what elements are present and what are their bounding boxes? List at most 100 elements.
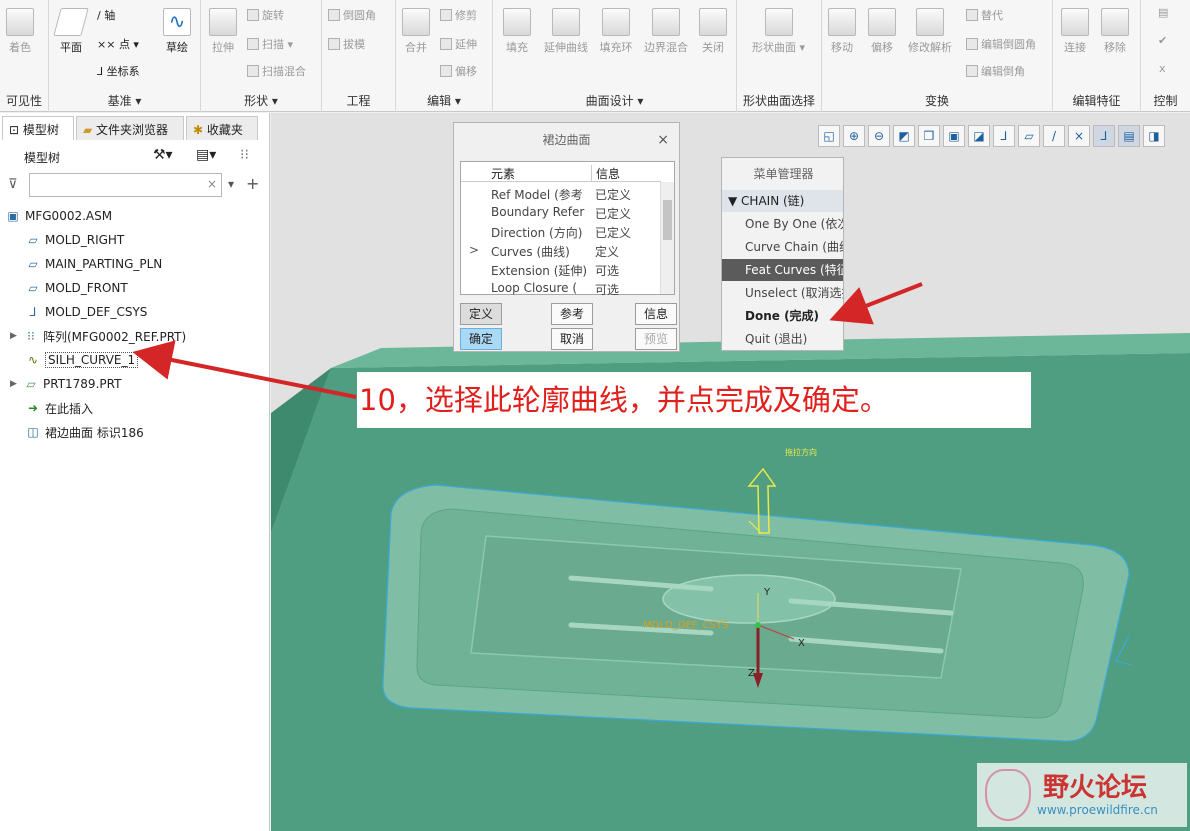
search-dropdown-icon[interactable]: ▾ bbox=[228, 177, 234, 191]
offset-button[interactable]: 偏移 bbox=[440, 63, 477, 79]
menu-item-unselect[interactable]: Unselect (取消选择 bbox=[722, 282, 843, 304]
refit-icon[interactable]: ◱ bbox=[818, 125, 840, 147]
tree-search-input[interactable] bbox=[29, 173, 222, 197]
tree-columns-icon[interactable]: ▤▾ bbox=[196, 147, 216, 163]
trim-button[interactable]: 修剪 bbox=[440, 7, 477, 23]
preview-button[interactable]: 预览 bbox=[635, 328, 677, 350]
add-filter-icon[interactable]: + bbox=[246, 174, 259, 193]
tree-item-skirt-surface[interactable]: ◫ 裙边曲面 标识186 bbox=[26, 421, 143, 443]
menu-item-one-by-one[interactable]: One By One (依次 bbox=[722, 213, 843, 235]
extend-curve-button[interactable]: 延伸曲线 bbox=[539, 8, 593, 55]
draft-button[interactable]: 拔模 bbox=[328, 36, 365, 52]
table-row[interactable]: Loop Closure (可选 bbox=[461, 279, 661, 298]
csys-display-icon[interactable]: ⅃ bbox=[993, 125, 1015, 147]
display-style-icon[interactable]: ◪ bbox=[968, 125, 990, 147]
shade-button[interactable]: 着色 bbox=[6, 8, 34, 55]
cancel-x-icon[interactable]: x bbox=[1159, 62, 1166, 75]
define-button[interactable]: 定义 bbox=[460, 303, 502, 325]
zoom-in-icon[interactable]: ⊕ bbox=[843, 125, 865, 147]
menu-manager: 菜单管理器 ▼ CHAIN (链) One By One (依次 Curve C… bbox=[721, 157, 844, 351]
scrollbar-thumb[interactable] bbox=[663, 200, 672, 240]
tree-settings-icon[interactable]: ⚒▾ bbox=[153, 147, 173, 163]
plane-display-icon[interactable]: ▱ bbox=[1018, 125, 1040, 147]
table-row[interactable]: Ref Model (参考 已定义 bbox=[461, 184, 661, 203]
row-info: 定义 bbox=[595, 245, 620, 259]
tree-item-csys[interactable]: ⅃ MOLD_DEF_CSYS bbox=[26, 301, 148, 323]
zoom-out-icon[interactable]: ⊖ bbox=[868, 125, 890, 147]
tree-item-label: MOLD_RIGHT bbox=[45, 233, 125, 247]
tree-item-pattern[interactable]: ▶ ⁝⁝ 阵列(MFG0002_REF.PRT) bbox=[10, 325, 186, 347]
swept-blend-button[interactable]: 扫描混合 bbox=[247, 63, 306, 79]
annotation-display-icon[interactable]: ▤ bbox=[1118, 125, 1140, 147]
table-row[interactable]: Direction (方向) 已定义 bbox=[461, 222, 661, 241]
edit-chamfer-button[interactable]: 编辑倒角 bbox=[966, 63, 1025, 79]
menu-item-done[interactable]: Done (完成) bbox=[722, 305, 843, 327]
point-button[interactable]: ×× 点 ▾ bbox=[97, 36, 139, 52]
round-button[interactable]: 倒圆角 bbox=[328, 7, 376, 23]
tree-filter-options-icon[interactable]: ⁝⁝ bbox=[240, 147, 249, 163]
menu-item-quit[interactable]: Quit (退出) bbox=[722, 328, 843, 350]
revolve-button[interactable]: 旋转 bbox=[247, 7, 284, 23]
fill-button[interactable]: 填充 bbox=[499, 8, 535, 55]
tree-item-asm[interactable]: ▣ MFG0002.ASM bbox=[6, 205, 112, 227]
expand-arrow-icon[interactable]: ▶ bbox=[10, 331, 24, 341]
table-row[interactable]: > Curves (曲线) 定义 bbox=[461, 241, 661, 260]
table-scrollbar[interactable] bbox=[660, 182, 674, 294]
remove-button[interactable]: 移除 bbox=[1101, 8, 1129, 55]
fill-loop-button[interactable]: 填充环 bbox=[596, 8, 636, 55]
view-manager-icon[interactable]: ▣ bbox=[943, 125, 965, 147]
confirm-check-icon[interactable]: ✔ bbox=[1158, 34, 1167, 47]
axis-display-icon[interactable]: / bbox=[1043, 125, 1065, 147]
point-display-icon[interactable]: × bbox=[1068, 125, 1090, 147]
watermark-url: www.proewildfire.cn bbox=[1037, 803, 1158, 817]
tab-folder-browser[interactable]: ▰ 文件夹浏览器 bbox=[76, 116, 184, 140]
cancel-button[interactable]: 取消 bbox=[551, 328, 593, 350]
freestyle-button[interactable]: 形状曲面 ▾ bbox=[752, 8, 805, 55]
tab-favorites[interactable]: ✱ 收藏夹 bbox=[186, 116, 258, 140]
extend-button[interactable]: 延伸 bbox=[440, 36, 477, 52]
csys-button[interactable]: ⅃ 坐标系 bbox=[97, 63, 140, 79]
tab-model-tree[interactable]: ⊡ 模型树 bbox=[2, 116, 74, 140]
dialog-close-icon[interactable]: × bbox=[657, 132, 669, 148]
sweep-button[interactable]: 扫描 ▾ bbox=[247, 36, 293, 52]
tab-folder-browser-label: 文件夹浏览器 bbox=[96, 123, 169, 137]
tree-item-parting-pln[interactable]: ▱ MAIN_PARTING_PLN bbox=[26, 253, 162, 275]
menu-item-feat-curves[interactable]: Feat Curves (特征 bbox=[722, 259, 843, 281]
replace-button[interactable]: 替代 bbox=[966, 7, 1003, 23]
tree-item-mold-right[interactable]: ▱ MOLD_RIGHT bbox=[26, 229, 124, 251]
transform-offset-label: 偏移 bbox=[871, 41, 893, 54]
clear-search-icon[interactable]: × bbox=[207, 177, 217, 191]
repaint-icon[interactable]: ◩ bbox=[893, 125, 915, 147]
menu-section-chain[interactable]: ▼ CHAIN (链) bbox=[722, 190, 843, 212]
refs-button[interactable]: 参考 bbox=[551, 303, 593, 325]
info-button[interactable]: 信息 bbox=[635, 303, 677, 325]
attach-button[interactable]: 连接 bbox=[1061, 8, 1089, 55]
tree-item-prt1789[interactable]: ▶ ▱ PRT1789.PRT bbox=[10, 373, 121, 395]
close-surface-button[interactable]: 关闭 bbox=[696, 8, 730, 55]
table-row[interactable]: Extension (延伸) 可选 bbox=[461, 260, 661, 279]
axis-button[interactable]: / 轴 bbox=[97, 7, 115, 23]
move-button[interactable]: 移动 bbox=[828, 8, 856, 55]
tree-item-mold-front[interactable]: ▱ MOLD_FRONT bbox=[26, 277, 127, 299]
menu-item-curve-chain[interactable]: Curve Chain (曲线 bbox=[722, 236, 843, 258]
control-settings-icon[interactable]: ▤ bbox=[1158, 6, 1168, 19]
shapes-label: 形状 bbox=[244, 94, 269, 108]
transform-offset-button[interactable]: 偏移 bbox=[868, 8, 896, 55]
sketch-button[interactable]: ∿ 草绘 bbox=[163, 8, 191, 55]
replace-label: 替代 bbox=[981, 9, 1003, 22]
extrude-button[interactable]: 拉伸 bbox=[209, 8, 237, 55]
saved-views-icon[interactable]: ❒ bbox=[918, 125, 940, 147]
edit-round-button[interactable]: 编辑倒圆角 bbox=[966, 36, 1036, 52]
boundary-blend-button[interactable]: 边界混合 bbox=[639, 8, 693, 55]
modify-analytic-button[interactable]: 修改解析 bbox=[908, 8, 952, 55]
plane-button[interactable]: 平面 bbox=[53, 8, 89, 55]
csys-toggle-icon[interactable]: ⅃ bbox=[1093, 125, 1115, 147]
tree-item-silh-curve[interactable]: ∿ SILH_CURVE_1 bbox=[26, 349, 139, 371]
expand-arrow-icon[interactable]: ▶ bbox=[10, 379, 24, 389]
spin-center-icon[interactable]: ◨ bbox=[1143, 125, 1165, 147]
table-row[interactable]: Boundary Refer 已定义 bbox=[461, 203, 661, 222]
ribbon: 着色 可见性 平面 / 轴 ×× 点 ▾ ⅃ 坐标系 ∿ 草绘 基准 ▾ 拉伸 旋… bbox=[0, 0, 1190, 112]
tree-item-insert-here[interactable]: ➜ 在此插入 bbox=[26, 397, 93, 419]
merge-button[interactable]: 合并 bbox=[402, 8, 430, 55]
ok-button[interactable]: 确定 bbox=[460, 328, 502, 350]
